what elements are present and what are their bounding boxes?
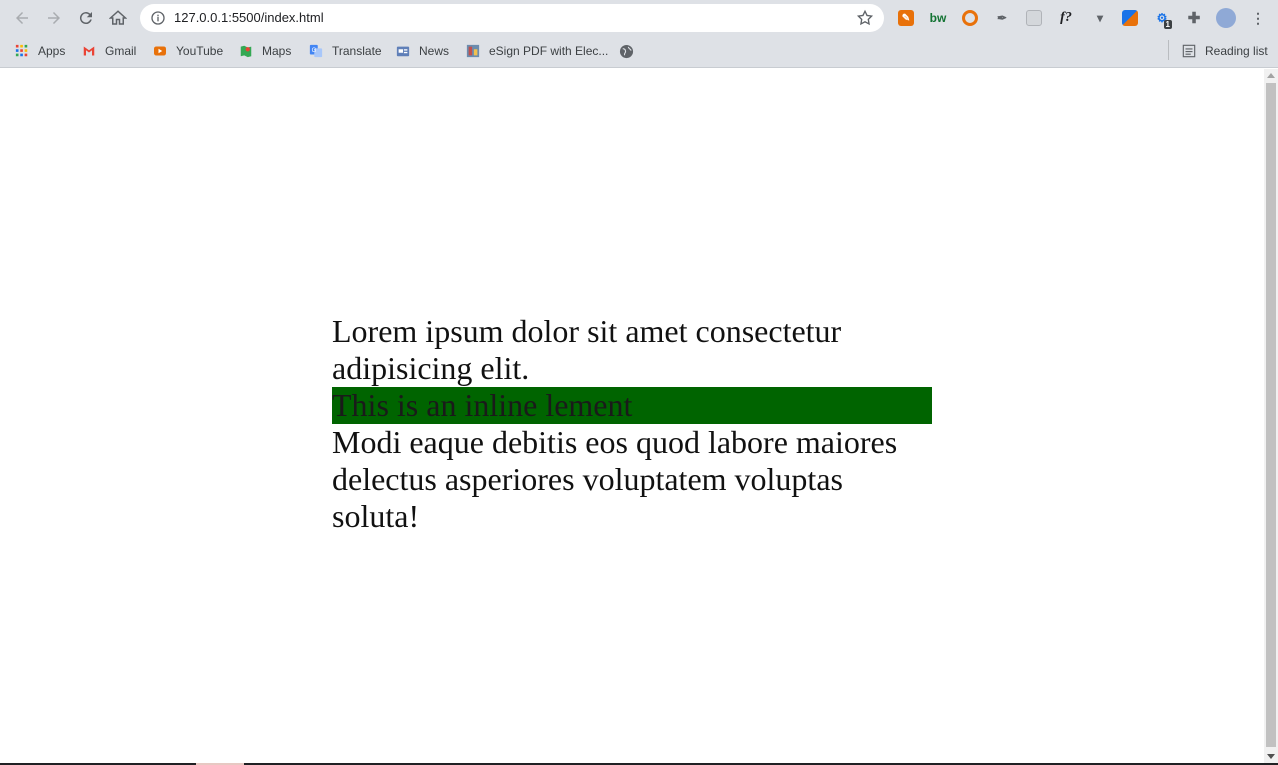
news-icon xyxy=(395,43,411,59)
font-ext-label: f? xyxy=(1060,10,1072,25)
vertical-scrollbar[interactable] xyxy=(1264,69,1278,763)
home-button[interactable] xyxy=(105,5,131,31)
inline-element: This is an inline lement xyxy=(332,387,932,424)
bookmark-star-icon[interactable] xyxy=(856,9,874,27)
grid-ext-icon[interactable] xyxy=(1023,7,1045,29)
reading-list-label: Reading list xyxy=(1205,44,1268,58)
font-ext-icon[interactable]: f? xyxy=(1055,7,1077,29)
puzzle-icon[interactable]: ✚ xyxy=(1183,7,1205,29)
back-arrow-icon xyxy=(16,12,28,24)
esign-icon xyxy=(465,43,481,59)
bookmark-esign[interactable]: eSign PDF with Elec... xyxy=(465,42,608,60)
info-icon[interactable] xyxy=(150,10,166,26)
gmail-icon xyxy=(81,43,97,59)
url-text[interactable]: 127.0.0.1:5500/index.html xyxy=(174,10,324,25)
bookmark-gmail[interactable]: Gmail xyxy=(81,42,136,60)
bookmark-label: Translate xyxy=(332,44,382,58)
paragraph-2: Modi eaque debitis eos quod labore maior… xyxy=(332,424,898,534)
flag-ext-icon[interactable] xyxy=(1119,7,1141,29)
apps-grid-icon xyxy=(14,43,30,59)
badge-ext-icon[interactable]: ⚙ 1 xyxy=(1151,7,1173,29)
globe-icon xyxy=(618,43,634,59)
dropper-ext-icon[interactable]: ✒ xyxy=(991,7,1013,29)
reload-icon xyxy=(79,12,92,25)
bookmark-apps[interactable]: Apps xyxy=(14,42,65,60)
bookmark-translate[interactable]: G Translate xyxy=(308,42,382,60)
bookmark-globe[interactable] xyxy=(618,42,642,60)
bookmark-label: Maps xyxy=(262,44,292,58)
bookmark-label: Gmail xyxy=(105,44,137,58)
bookmarks-divider xyxy=(1168,40,1169,60)
bookmark-label: News xyxy=(419,44,450,58)
dropdown-ext-icon[interactable]: ▾ xyxy=(1089,7,1111,29)
bookmark-news[interactable]: News xyxy=(395,42,449,60)
bookmark-youtube[interactable]: YouTube xyxy=(152,42,223,60)
bw-ext-label: bw xyxy=(929,11,947,25)
back-button[interactable] xyxy=(9,5,35,31)
bw-ext-icon[interactable]: bw xyxy=(927,7,949,29)
youtube-icon xyxy=(152,43,168,59)
reading-list-icon xyxy=(1181,43,1197,59)
forward-button[interactable] xyxy=(41,5,67,31)
bookmark-maps[interactable]: Maps xyxy=(238,42,291,60)
badge-count: 1 xyxy=(1163,20,1172,29)
reload-button[interactable] xyxy=(73,5,99,31)
svg-text:G: G xyxy=(312,47,317,54)
home-icon xyxy=(109,10,127,25)
browser-toolbar: 127.0.0.1:5500/index.html ✎ bw ✒ f? ▾ ⚙ 1… xyxy=(0,0,1278,35)
edit-ext-icon[interactable]: ✎ xyxy=(895,7,917,29)
bookmark-label: Apps xyxy=(38,44,66,58)
address-bar[interactable]: 127.0.0.1:5500/index.html xyxy=(140,4,884,32)
maps-icon xyxy=(238,43,254,59)
scroll-up-arrow-icon[interactable] xyxy=(1267,73,1275,78)
reading-list-button[interactable]: Reading list xyxy=(1181,42,1268,60)
scrollbar-thumb[interactable] xyxy=(1266,83,1276,747)
menu-kebab-icon[interactable]: ⋮ xyxy=(1247,7,1269,29)
bookmark-label: YouTube xyxy=(176,44,224,58)
page-content: Lorem ipsum dolor sit amet consectetur a… xyxy=(332,313,932,535)
bookmark-label: eSign PDF with Elec... xyxy=(489,44,609,58)
scroll-down-arrow-icon[interactable] xyxy=(1267,754,1275,759)
paragraph-1: Lorem ipsum dolor sit amet consectetur a… xyxy=(332,313,842,386)
forward-arrow-icon xyxy=(48,12,60,24)
bookmarks-bar: Apps Gmail YouTube Maps G Translate News… xyxy=(0,35,1278,68)
translate-icon: G xyxy=(308,43,324,59)
avatar[interactable] xyxy=(1215,7,1237,29)
eye-ext-icon[interactable] xyxy=(959,7,981,29)
